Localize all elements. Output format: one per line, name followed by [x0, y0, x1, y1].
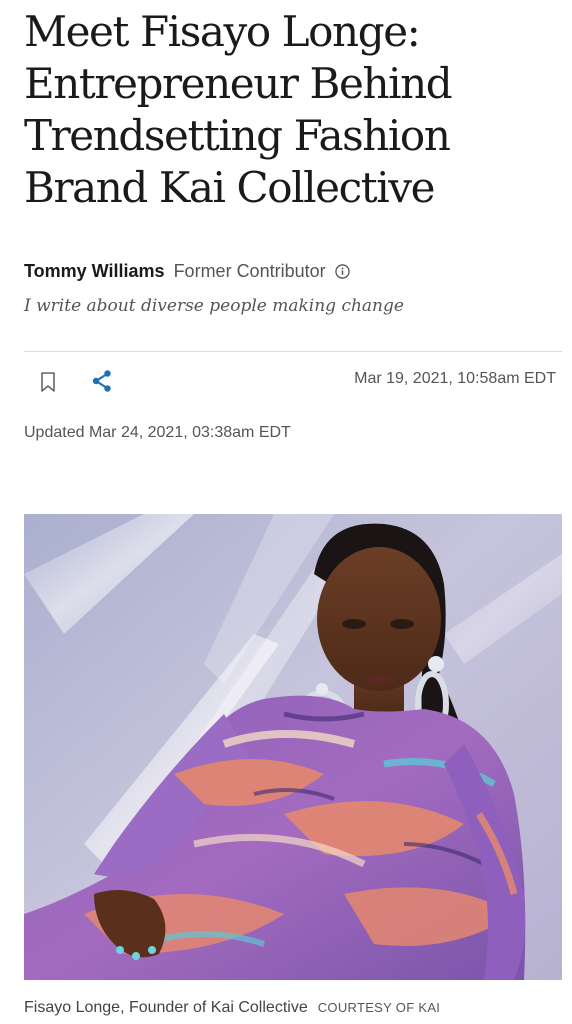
article-photo	[24, 514, 562, 980]
caption-text: Fisayo Longe, Founder of Kai Collective	[24, 999, 308, 1016]
author-tagline: I write about diverse people making chan…	[24, 296, 404, 316]
divider	[24, 351, 562, 352]
author-role: Former Contributor	[173, 261, 326, 281]
info-icon[interactable]	[334, 264, 350, 279]
publish-date: Mar 19, 2021, 10:58am EDT	[354, 370, 556, 387]
article-headline: Meet Fisayo Longe: Entrepreneur Behind T…	[24, 7, 453, 212]
image-caption: Fisayo Longe, Founder of Kai Collective C…	[24, 998, 440, 1018]
author-name[interactable]: Tommy Williams	[24, 261, 165, 281]
updated-date: Updated Mar 24, 2021, 03:38am EDT	[24, 424, 291, 441]
byline: Tommy Williams Former Contributor	[24, 260, 350, 282]
share-icon[interactable]	[91, 369, 113, 393]
photo-credit: COURTESY OF KAI	[317, 1000, 441, 1015]
bookmark-icon[interactable]	[39, 371, 57, 393]
